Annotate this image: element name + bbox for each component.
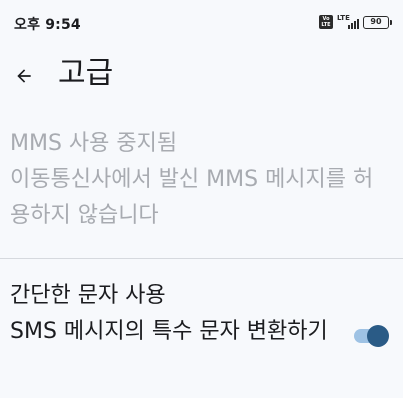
battery-level: 90 — [370, 16, 382, 26]
back-button[interactable] — [6, 58, 42, 94]
volte-icon: Vo LTE — [319, 15, 333, 29]
switch-thumb — [367, 325, 389, 347]
divider — [0, 258, 403, 259]
status-bar: 오후 9:54 Vo LTE LTE 90 — [0, 0, 403, 44]
page-title: 고급 — [58, 56, 114, 91]
mms-disabled-preference: MMS 사용 중지됨 이동통신사에서 발신 MMS 메시지를 허용하지 않습니다 — [10, 126, 390, 234]
mms-preference-summary: 이동통신사에서 발신 MMS 메시지를 허용하지 않습니다 — [10, 167, 374, 228]
simple-characters-title: 간단한 문자 사용 — [10, 283, 166, 308]
app-bar: 고급 — [0, 44, 403, 108]
battery-icon: 90 — [363, 15, 392, 29]
mms-preference-title: MMS 사용 중지됨 — [10, 131, 178, 156]
status-time: 오후 9:54 — [14, 17, 81, 33]
simple-characters-switch[interactable] — [354, 324, 390, 348]
status-icons: Vo LTE LTE 90 — [319, 14, 392, 30]
simple-characters-preference[interactable]: 간단한 문자 사용 SMS 메시지의 특수 문자 변환하기 — [10, 278, 400, 398]
signal-icon: LTE — [337, 14, 359, 29]
arrow-back-icon — [17, 69, 31, 83]
simple-characters-summary: SMS 메시지의 특수 문자 변환하기 — [10, 319, 328, 344]
